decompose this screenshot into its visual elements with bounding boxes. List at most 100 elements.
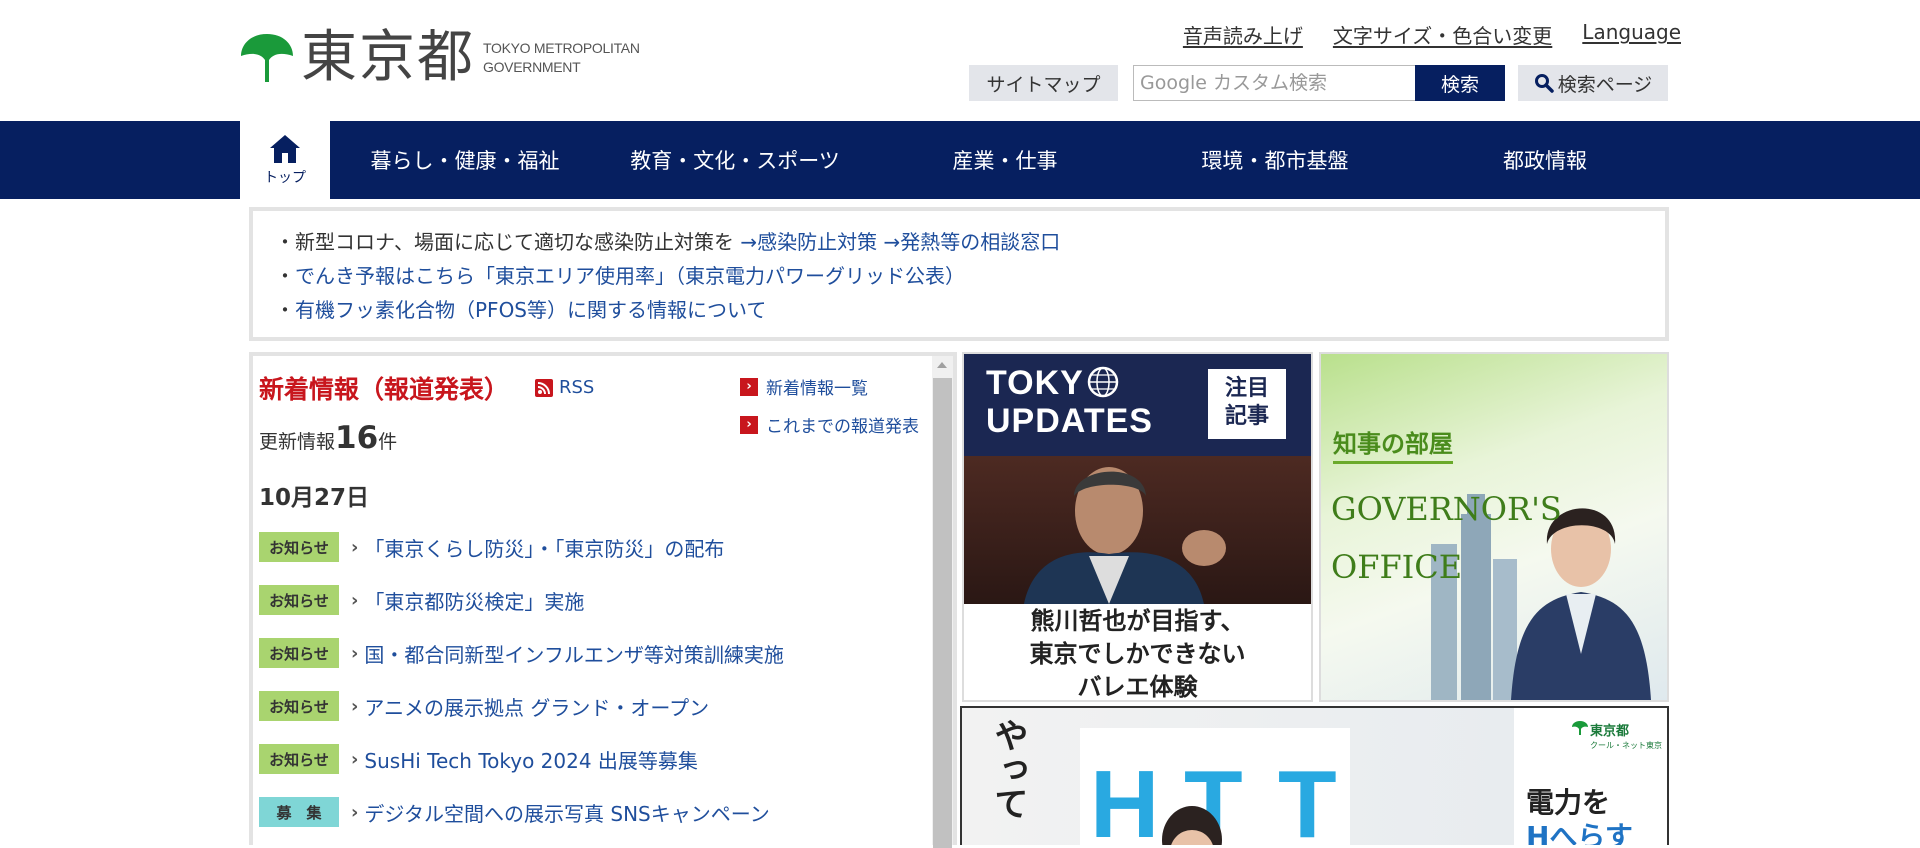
tokyo-updates-logo: TOKY UPDATES [986,364,1153,440]
search-input[interactable] [1133,65,1415,101]
ginkgo-leaf-icon [1572,721,1588,735]
power-headline-line1: 電力を [1526,786,1611,819]
update-count: 16 [335,420,379,456]
notice-line: ・でんき予報はこちら「東京エリア使用率」（東京電力パワーグリッド公表） [275,259,1643,293]
curtain-letter: T [1278,751,1337,845]
search-icon [1534,74,1554,93]
nav-item-education[interactable]: 教育・文化・スポーツ [600,121,870,199]
globe-icon [1087,366,1119,398]
utility-links: 音声読み上げ 文字サイズ・色合い変更 Language [1183,20,1681,49]
arrow-right-icon: › [740,415,758,434]
scroll-up-arrow-icon[interactable] [937,362,947,368]
news-item-link[interactable]: 「東京くらし防災」・「東京防災」の配布 [364,533,724,562]
search-page-button[interactable]: 検索ページ [1518,65,1668,101]
news-scrollbar[interactable] [932,356,953,848]
tokyo-logo[interactable]: 東京都 TOKYO METROPOLITAN GOVERNMENT [239,28,640,88]
scrollbar-thumb[interactable] [933,378,952,848]
important-notice-box: ・新型コロナ、場面に応じて適切な感染防止対策を →感染防止対策 →発熱等の相談窓… [249,207,1669,341]
notice-text: ・新型コロナ、場面に応じて適切な感染防止対策を [275,230,734,254]
governor-en-line1: GOVERNOR'S [1331,490,1562,528]
power-org-sub: クール・ネット東京 [1590,741,1662,750]
rss-label: RSS [559,377,595,398]
arrow-right-icon: › [740,377,758,396]
site-tools: サイトマップ 検索 検索ページ [969,65,1668,101]
power-headline-line2: Hへらす [1526,820,1633,845]
power-banner-photo: やって H T T [962,708,1514,845]
news-item[interactable]: お知らせ › 「東京くらし防災」・「東京防災」の配布 [259,532,724,562]
search-button[interactable]: 検索 [1415,65,1505,101]
language-link[interactable]: Language [1582,20,1681,49]
power-banner-text: 東京都 クール・ネット東京 電力を Hへらす [1514,708,1667,845]
caption-line: 熊川哲也が目指す、 [1030,606,1245,635]
news-list-link[interactable]: › 新着情報一覧 [740,374,868,399]
tokyo-updates-banner[interactable]: TOKY UPDATES 注目 記事 熊川哲也が目指す、 東京でしかできない バ… [962,352,1313,702]
nav-item-environment[interactable]: 環境・都市基盤 [1140,121,1410,199]
pfos-info-link[interactable]: 有機フッ素化合物（PFOS等）に関する情報について [295,298,766,322]
nav-item-living[interactable]: 暮らし・健康・福祉 [330,121,600,199]
news-category-badge: お知らせ [259,638,339,668]
power-saving-banner[interactable]: やって H T T 東京都 クール・ネット東京 電力を Hへらす [960,706,1669,845]
search-box: 検索 [1133,65,1505,101]
news-category-badge: お知らせ [259,585,339,615]
tokyo-updates-header: TOKY UPDATES 注目 記事 [964,354,1311,456]
tokyo-updates-logo-line1: TOKY [986,364,1084,402]
chevron-right-icon: › [351,801,359,823]
person-silhouette [1162,806,1222,845]
news-item-link[interactable]: 国・都合同新型インフルエンザ等対策訓練実施 [364,639,783,668]
chevron-right-icon: › [351,642,359,664]
fever-consult-link[interactable]: →発熱等の相談窓口 [883,230,1060,254]
news-item[interactable]: お知らせ › SusHi Tech Tokyo 2024 出展等募集 [259,744,698,774]
news-item-link[interactable]: 「東京都防災検定」実施 [364,586,584,615]
notice-line: ・有機フッ素化合物（PFOS等）に関する情報について [275,293,1643,327]
governors-office-banner[interactable]: 知事の部屋 GOVERNOR'S OFFICE [1319,352,1669,702]
press-archive-label: これまでの報道発表 [766,417,919,437]
ginkgo-leaf-icon [241,34,293,82]
nav-item-industry[interactable]: 産業・仕事 [870,121,1140,199]
news-category-badge: 募 集 [259,797,339,827]
news-item[interactable]: お知らせ › 国・都合同新型インフルエンザ等対策訓練実施 [259,638,784,668]
news-item-link[interactable]: デジタル空間への展示写真 SNSキャンペーン [364,798,769,827]
news-item[interactable]: 募 集 › デジタル空間への展示写真 SNSキャンペーン [259,797,770,827]
notice-bullet: ・ [275,264,295,288]
news-item-link[interactable]: アニメの展示拠点 グランド・オープン [364,692,709,721]
logo-text-ja: 東京都 [301,25,475,90]
home-icon [270,135,300,163]
power-forecast-link[interactable]: でんき予報はこちら「東京エリア使用率」（東京電力パワーグリッド公表） [295,264,965,288]
chevron-right-icon: › [351,748,359,770]
caption-line: 東京でしかできない [1029,639,1246,668]
news-item-link[interactable]: SusHi Tech Tokyo 2024 出展等募集 [364,745,698,774]
notice-bullet: ・ [275,298,295,322]
governor-room-label: 知事の部屋 [1333,424,1453,464]
read-aloud-link[interactable]: 音声読み上げ [1183,20,1303,49]
rss-icon [535,378,553,397]
notice-line: ・新型コロナ、場面に応じて適切な感染防止対策を →感染防止対策 →発熱等の相談窓… [275,225,1643,259]
global-nav: トップ 暮らし・健康・福祉 教育・文化・スポーツ 産業・仕事 環境・都市基盤 都… [0,121,1920,199]
update-suffix: 件 [378,431,398,453]
nav-home-label: トップ [264,170,306,186]
chevron-right-icon: › [351,536,359,558]
news-list-label: 新着情報一覧 [766,379,868,399]
news-category-badge: お知らせ [259,691,339,721]
update-info: 更新情報16件 [259,420,397,456]
update-prefix: 更新情報 [259,431,336,453]
logo-en-line1: TOKYO METROPOLITAN [483,40,640,56]
governor-en-line2: OFFICE [1331,548,1463,586]
press-archive-link[interactable]: › これまでの報道発表 [740,412,919,437]
news-category-badge: お知らせ [259,744,339,774]
news-item[interactable]: お知らせ › 「東京都防災検定」実施 [259,585,584,615]
featured-badge: 注目 記事 [1208,369,1286,439]
nav-home[interactable]: トップ [240,121,330,199]
site-header: 東京都 TOKYO METROPOLITAN GOVERNMENT 音声読み上げ… [0,0,1920,121]
power-vertical-text: やって [988,718,1028,820]
nav-item-govt[interactable]: 都政情報 [1410,121,1680,199]
text-size-color-link[interactable]: 文字サイズ・色合い変更 [1333,20,1552,49]
news-item[interactable]: お知らせ › アニメの展示拠点 グランド・オープン [259,691,709,721]
infection-prevention-link[interactable]: →感染防止対策 [740,230,877,254]
person-silhouette [1024,467,1226,604]
caption-line: バレエ体験 [1077,672,1198,701]
news-date: 10月27日 [259,485,370,511]
rss-link[interactable]: RSS [535,377,594,398]
sitemap-button[interactable]: サイトマップ [969,65,1118,101]
chevron-right-icon: › [351,589,359,611]
chevron-right-icon: › [351,695,359,717]
